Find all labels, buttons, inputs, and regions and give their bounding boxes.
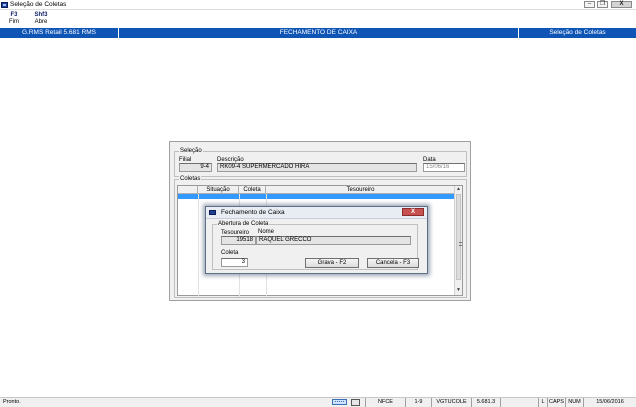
window-title: Seleção de Coletas (10, 1, 67, 8)
status-program: VGTUCOLE (431, 398, 471, 407)
header-module-title: FECHAMENTO DE CAIXA (119, 28, 519, 38)
fechamento-dialog: Fechamento de Caixa X Abertura de Coleta… (205, 206, 428, 274)
selecao-group: Seleção Filial 9-4 Descrição RK09-4 SUPE… (174, 147, 467, 177)
close-window-button[interactable]: X (611, 1, 632, 8)
monitor-icon (351, 399, 360, 406)
status-version: 5.681.3 (471, 398, 500, 407)
data-field[interactable]: 15/06/16 (423, 163, 465, 172)
scroll-up-icon[interactable]: ▲ (455, 186, 462, 193)
filial-field[interactable]: 9-4 (179, 163, 212, 172)
header-app-name: G.RMS Retail 5.681 RMS (0, 28, 119, 38)
coleta-label: Coleta (221, 250, 239, 256)
abertura-group: Abertura de Coleta Tesoureiro Nome 19518… (212, 220, 419, 270)
dialog-close-button[interactable]: X (402, 208, 424, 216)
dialog-title: Fechamento de Caixa (221, 209, 285, 216)
grid-header-coleta[interactable]: Coleta (239, 186, 266, 194)
status-l: L (538, 398, 547, 407)
grid-header-blank (178, 186, 198, 194)
selected-row[interactable] (178, 194, 456, 199)
status-blank (500, 398, 538, 407)
window-title-bar: Seleção de Coletas – ❐ X (0, 0, 636, 10)
header-screen-name: Seleção de Coletas (549, 29, 606, 36)
app-icon (1, 2, 8, 8)
status-bar: Pronto. NFCE 1-9 VGTUCOLE 5.681.3 L CAPS… (0, 397, 636, 407)
grid-header-situacao[interactable]: Situação (198, 186, 239, 194)
cancela-button[interactable]: Cancela - F3 (367, 258, 419, 268)
status-num: NUM (565, 398, 583, 407)
selecao-legend: Seleção (179, 147, 203, 155)
coletas-legend: Coletas (179, 175, 202, 183)
nome-field[interactable]: RAQUEL GRECCO (256, 236, 411, 245)
keyboard-icon (332, 399, 347, 405)
descricao-field[interactable]: RK09-4 SUPERMERCADO HIRA (217, 163, 417, 172)
status-filial: 1-9 (405, 398, 431, 407)
dialog-app-icon (209, 210, 216, 215)
status-nfce: NFCE (365, 398, 405, 407)
fim-button[interactable]: F3 Fim (0, 11, 28, 26)
status-message: Pronto. (3, 399, 21, 405)
module-header: G.RMS Retail 5.681 RMS FECHAMENTO DE CAI… (0, 28, 636, 38)
fim-key: F3 (10, 12, 18, 18)
maximize-button[interactable]: ❐ (597, 1, 608, 8)
grava-button[interactable]: Grava - F2 (305, 258, 359, 268)
status-date: 15/06/2016 (583, 398, 636, 407)
abre-label: Abre (34, 19, 48, 25)
status-caps: CAPS (547, 398, 564, 407)
scroll-down-icon[interactable]: ▼ (455, 287, 462, 294)
nome-label: Nome (258, 229, 275, 235)
fim-label: Fim (9, 19, 19, 25)
coleta-field[interactable]: 3 (221, 258, 248, 267)
grid-header-tesoureiro[interactable]: Tesoureiro (266, 186, 456, 194)
function-key-toolbar: F3 Fim Shf3 Abre (0, 10, 636, 28)
abre-key: Shf3 (34, 12, 48, 18)
grid-vertical-scrollbar[interactable]: ▲ ▼ (454, 186, 462, 295)
tesoureiro-field[interactable]: 19518 (221, 236, 256, 245)
abertura-legend: Abertura de Coleta (217, 220, 270, 228)
abre-button[interactable]: Shf3 Abre (27, 11, 55, 26)
scroll-thumb[interactable] (456, 194, 462, 280)
grid-column-line (198, 194, 199, 297)
dialog-title-bar: Fechamento de Caixa X (206, 207, 427, 219)
minimize-button[interactable]: – (584, 1, 595, 8)
